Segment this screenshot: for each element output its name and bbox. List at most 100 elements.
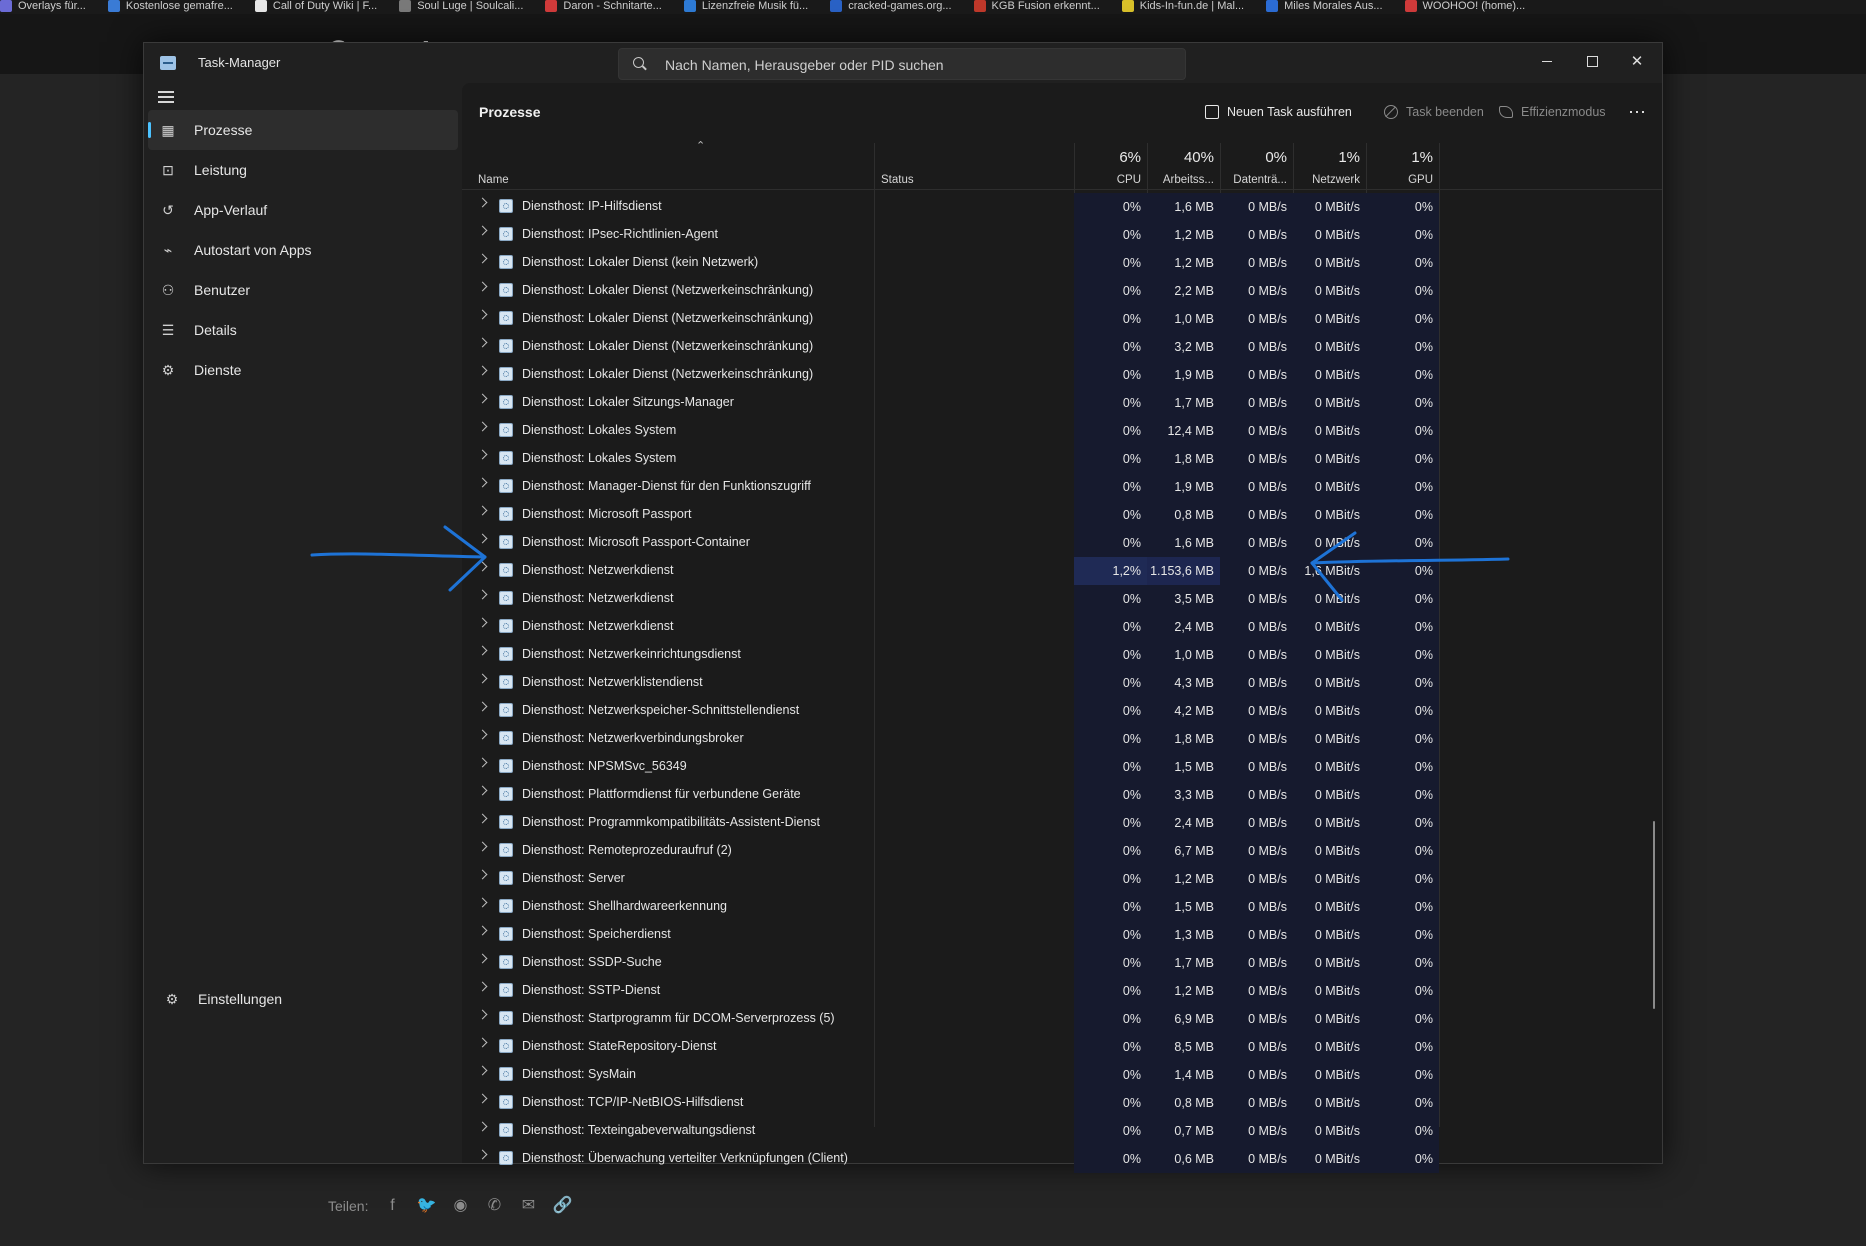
sidebar-item-autostart-von-apps[interactable]: ⌁ Autostart von Apps <box>148 230 458 270</box>
bookmark-item[interactable]: Soul Luge | Soulcali... <box>399 0 523 14</box>
bookmark-item[interactable]: Lizenzfreie Musik fü... <box>683 0 808 14</box>
table-row[interactable]: Diensthost: NPSMSvc_56349 0% 1,5 MB 0 MB/s 0… <box>462 753 1662 781</box>
expand-chevron-icon[interactable] <box>477 477 488 488</box>
bookmark-item[interactable]: WOOHOO! (home)... <box>1404 0 1525 14</box>
expand-chevron-icon[interactable] <box>477 1121 488 1132</box>
table-row[interactable]: Diensthost: Microsoft Passport-Container… <box>462 529 1662 557</box>
link-icon[interactable]: 🔗 <box>552 1196 573 1216</box>
sidebar-item-details[interactable]: ☰ Details <box>148 310 458 350</box>
expand-chevron-icon[interactable] <box>477 253 488 264</box>
table-row[interactable]: Diensthost: Manager-Dienst für den Funkt… <box>462 473 1662 501</box>
expand-chevron-icon[interactable] <box>477 337 488 348</box>
expand-chevron-icon[interactable] <box>477 813 488 824</box>
bookmark-item[interactable]: Miles Morales Aus... <box>1266 0 1383 14</box>
table-row[interactable]: Diensthost: Lokaler Dienst (Netzwerkeins… <box>462 361 1662 389</box>
facebook-icon[interactable]: f <box>382 1196 402 1216</box>
expand-chevron-icon[interactable] <box>477 645 488 656</box>
expand-chevron-icon[interactable] <box>477 393 488 404</box>
bookmark-item[interactable]: Daron - Schnitarte... <box>545 0 662 14</box>
column-header-name[interactable]: Name <box>462 143 874 189</box>
expand-chevron-icon[interactable] <box>477 421 488 432</box>
table-row[interactable]: Diensthost: Netzwerkdienst 0% 2,4 MB 0 MB/s… <box>462 613 1662 641</box>
table-row[interactable]: Diensthost: TCP/IP-NetBIOS-Hilfsdienst 0%… <box>462 1089 1662 1117</box>
table-row[interactable]: Diensthost: Netzwerkverbindungsbroker 0% 1… <box>462 725 1662 753</box>
vertical-scrollbar[interactable] <box>1653 821 1655 1009</box>
column-header-gpu[interactable]: 1% GPU <box>1366 143 1439 189</box>
table-row[interactable]: Diensthost: SSDP-Suche 0% 1,7 MB 0 MB/s 0 MB… <box>462 949 1662 977</box>
expand-chevron-icon[interactable] <box>477 981 488 992</box>
expand-chevron-icon[interactable] <box>477 1037 488 1048</box>
table-row[interactable]: Diensthost: Remoteprozeduraufruf (2) 0% 6,… <box>462 837 1662 865</box>
expand-chevron-icon[interactable] <box>477 1065 488 1076</box>
expand-chevron-icon[interactable] <box>477 953 488 964</box>
table-row[interactable]: Diensthost: Lokales System 0% 1,8 MB 0 MB/s… <box>462 445 1662 473</box>
hamburger-menu-icon[interactable] <box>158 91 174 103</box>
expand-chevron-icon[interactable] <box>477 449 488 460</box>
table-row[interactable]: Diensthost: Startprogramm für DCOM-Serve… <box>462 1005 1662 1033</box>
run-new-task-button[interactable]: Neuen Task ausführen <box>1205 99 1352 125</box>
table-row[interactable]: Diensthost: Server 0% 1,2 MB 0 MB/s 0 MBit/s… <box>462 865 1662 893</box>
expand-chevron-icon[interactable] <box>477 925 488 936</box>
table-row[interactable]: Diensthost: Netzwerklistendienst 0% 4,3 MB… <box>462 669 1662 697</box>
expand-chevron-icon[interactable] <box>477 673 488 684</box>
minimize-button[interactable] <box>1524 43 1570 79</box>
sidebar-item-benutzer[interactable]: ⚇ Benutzer <box>148 270 458 310</box>
table-row[interactable]: Diensthost: Netzwerkspeicher-Schnittstel… <box>462 697 1662 725</box>
sidebar-item-leistung[interactable]: ⊡ Leistung <box>148 150 458 190</box>
close-button[interactable]: ✕ <box>1614 43 1660 79</box>
table-row[interactable]: Diensthost: Lokaler Dienst (kein Netzwer… <box>462 249 1662 277</box>
expand-chevron-icon[interactable] <box>477 365 488 376</box>
table-row[interactable]: Diensthost: Lokaler Sitzungs-Manager 0% 1,… <box>462 389 1662 417</box>
expand-chevron-icon[interactable] <box>477 617 488 628</box>
expand-chevron-icon[interactable] <box>477 197 488 208</box>
bookmark-item[interactable]: Overlays für... <box>0 0 86 14</box>
table-row[interactable]: Diensthost: SSTP-Dienst 0% 1,2 MB 0 MB/s 0 M… <box>462 977 1662 1005</box>
expand-chevron-icon[interactable] <box>477 757 488 768</box>
efficiency-mode-button[interactable]: Effizienzmodus <box>1499 99 1606 125</box>
expand-chevron-icon[interactable] <box>477 309 488 320</box>
sidebar-item-prozesse[interactable]: ▦ Prozesse <box>148 110 458 150</box>
expand-chevron-icon[interactable] <box>477 729 488 740</box>
table-row[interactable]: Diensthost: StateRepository-Dienst 0% 8,5 … <box>462 1033 1662 1061</box>
reddit-icon[interactable]: ◉ <box>450 1196 470 1216</box>
table-row[interactable]: Diensthost: Netzwerkdienst 1,2% 1.153,6 MB… <box>462 557 1662 585</box>
table-row[interactable]: Diensthost: Lokales System 0% 12,4 MB 0 MB/… <box>462 417 1662 445</box>
bookmark-item[interactable]: KGB Fusion erkennt... <box>973 0 1100 14</box>
settings-button[interactable]: ⚙ Einstellungen <box>152 981 462 1017</box>
bookmark-item[interactable]: cracked-games.org... <box>830 0 952 14</box>
expand-chevron-icon[interactable] <box>477 897 488 908</box>
column-header-disk[interactable]: 0% Datenträ... <box>1220 143 1293 189</box>
maximize-button[interactable] <box>1569 43 1615 79</box>
table-row[interactable]: Diensthost: IPsec-Richtlinien-Agent 0% 1,2… <box>462 221 1662 249</box>
expand-chevron-icon[interactable] <box>477 785 488 796</box>
table-row[interactable]: Diensthost: Lokaler Dienst (Netzwerkeins… <box>462 305 1662 333</box>
table-row[interactable]: Diensthost: Überwachung verteilter Verkn… <box>462 1145 1662 1173</box>
search-input[interactable] <box>663 49 1167 81</box>
column-header-cpu[interactable]: 6% CPU <box>1074 143 1147 189</box>
expand-chevron-icon[interactable] <box>477 225 488 236</box>
sidebar-item-dienste[interactable]: ⚙ Dienste <box>148 350 458 390</box>
bookmark-item[interactable]: Kids-In-fun.de | Mal... <box>1121 0 1244 14</box>
mail-icon[interactable]: ✉ <box>518 1196 538 1216</box>
expand-chevron-icon[interactable] <box>477 1093 488 1104</box>
title-bar[interactable]: Task-Manager ✕ <box>144 43 1662 83</box>
table-row[interactable]: Diensthost: Netzwerkdienst 0% 3,5 MB 0 MB/s… <box>462 585 1662 613</box>
table-row[interactable]: Diensthost: Lokaler Dienst (Netzwerkeins… <box>462 277 1662 305</box>
sidebar-item-app-verlauf[interactable]: ↺ App-Verlauf <box>148 190 458 230</box>
table-row[interactable]: Diensthost: IP-Hilfsdienst 0% 1,6 MB 0 MB/s… <box>462 193 1662 221</box>
column-header-memory[interactable]: 40% Arbeitss... <box>1147 143 1220 189</box>
expand-chevron-icon[interactable] <box>477 1149 488 1160</box>
end-task-button[interactable]: Task beenden <box>1384 99 1484 125</box>
expand-chevron-icon[interactable] <box>477 533 488 544</box>
expand-chevron-icon[interactable] <box>477 1009 488 1020</box>
expand-chevron-icon[interactable] <box>477 701 488 712</box>
bookmark-item[interactable]: Kostenlose gemafre... <box>107 0 233 14</box>
column-header-network[interactable]: 1% Netzwerk <box>1293 143 1366 189</box>
expand-chevron-icon[interactable] <box>477 869 488 880</box>
table-row[interactable]: Diensthost: Plattformdienst für verbunde… <box>462 781 1662 809</box>
expand-chevron-icon[interactable] <box>477 281 488 292</box>
whatsapp-icon[interactable]: ✆ <box>484 1196 504 1216</box>
twitter-icon[interactable]: 🐦 <box>416 1196 437 1216</box>
column-header-status[interactable]: Status <box>874 143 1074 189</box>
expand-chevron-icon[interactable] <box>477 561 488 572</box>
